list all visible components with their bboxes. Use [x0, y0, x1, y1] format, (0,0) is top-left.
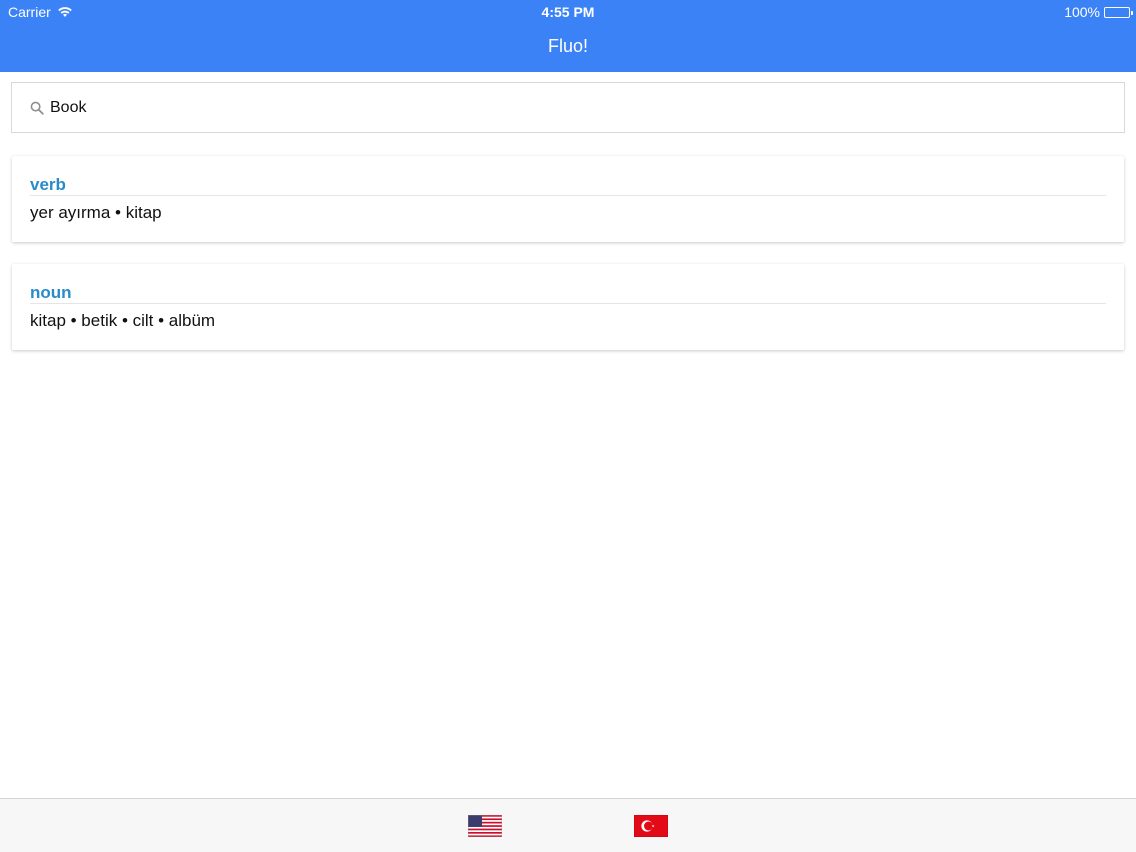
status-time: 4:55 PM	[541, 4, 595, 20]
result-card-noun[interactable]: noun kitap • betik • cilt • albüm	[12, 264, 1124, 350]
battery-indicator: 100%	[1064, 4, 1133, 20]
part-of-speech-label: verb	[30, 174, 1106, 196]
translation-list: yer ayırma • kitap	[30, 203, 162, 222]
search-icon	[30, 101, 44, 115]
result-card-verb[interactable]: verb yer ayırma • kitap	[12, 156, 1124, 242]
page-title: Fluo!	[547, 36, 589, 56]
part-of-speech-label: noun	[30, 282, 1106, 304]
translation-list: kitap • betik • cilt • albüm	[30, 311, 216, 330]
us-flag-icon[interactable]	[468, 815, 502, 837]
app-header: Carrier 4:55 PM 100% Fluo!	[0, 0, 1136, 72]
status-bar: Carrier 4:55 PM 100%	[0, 0, 1136, 24]
search-bar[interactable]	[11, 82, 1125, 133]
turkey-flag-icon[interactable]	[634, 815, 668, 837]
search-input[interactable]	[50, 98, 1050, 117]
battery-icon	[1104, 6, 1133, 18]
tab-bar	[0, 798, 1136, 852]
battery-percent: 100%	[1064, 4, 1100, 20]
